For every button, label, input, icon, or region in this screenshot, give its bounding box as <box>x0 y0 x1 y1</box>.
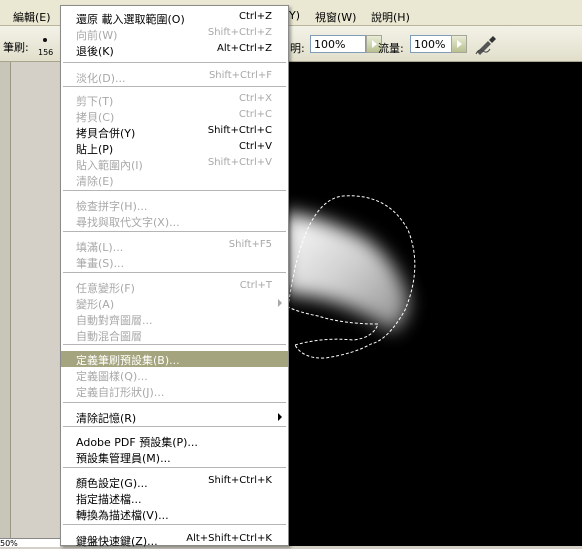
menu-item-shortcut: Shift+F5 <box>228 239 272 250</box>
glow-shape <box>283 212 409 332</box>
menu-separator <box>63 86 286 87</box>
menu-item-label: 向前(W) <box>76 29 118 42</box>
menu-item-label: 剪下(T) <box>76 95 114 108</box>
menu-item-label: 筆畫(S)... <box>76 257 125 270</box>
left-panel-edge <box>0 62 11 538</box>
menu-item-shortcut: Ctrl+X <box>238 93 272 104</box>
menu-item[interactable]: 顏色設定(G)... Shift+Ctrl+K <box>61 474 288 490</box>
opacity-label: 明: <box>290 42 305 55</box>
menu-separator <box>63 402 286 403</box>
menu-item: 填滿(L)... Shift+F5 <box>61 238 288 254</box>
brush-label: 筆刷: <box>3 41 29 54</box>
menu-separator <box>63 231 286 232</box>
menu-item: 自動對齊圖層... <box>61 311 288 327</box>
menu-item-label: 清除記憶(R) <box>76 412 137 425</box>
menu-item-label: 檢查拼字(H)... <box>76 200 148 213</box>
menu-item: 自動混合圖層 <box>61 327 288 343</box>
menu-item[interactable]: 貼上(P) Ctrl+V <box>61 140 288 156</box>
menu-item-label: 顏色設定(G)... <box>76 477 148 490</box>
menu-window[interactable]: 視窗(W) <box>315 9 356 25</box>
menu-item-label: 鍵盤快速鍵(Z)... <box>76 535 158 548</box>
menu-item: 貼入範圍內(I) Shift+Ctrl+V <box>61 156 288 172</box>
brush-preview-icon[interactable] <box>43 38 47 42</box>
menu-item-shortcut: Ctrl+C <box>238 109 272 120</box>
menu-item-shortcut: Ctrl+V <box>238 141 272 152</box>
menu-item-shortcut: Ctrl+T <box>239 280 272 291</box>
menu-item[interactable]: 鍵盤快速鍵(Z)... Alt+Shift+Ctrl+K <box>61 532 288 548</box>
menu-item[interactable]: 清除記憶(R) <box>61 409 288 425</box>
menu-item-shortcut: Shift+Ctrl+F <box>208 70 272 81</box>
menu-item-label: Adobe PDF 預設集(P)... <box>76 436 198 449</box>
opacity-field[interactable]: 100% <box>310 35 366 53</box>
submenu-arrow-icon <box>278 413 282 421</box>
menu-item-shortcut: Shift+Ctrl+C <box>207 125 272 136</box>
menu-item: 定義自訂形狀(J)... <box>61 383 288 399</box>
edit-dropdown-menu: 還原 載入選取範圍(O) Ctrl+Z 向前(W) Shift+Ctrl+Z 退後(K)… <box>60 5 289 548</box>
menu-item-label: 拷貝合併(Y) <box>76 127 136 140</box>
menu-item-label: 轉換為描述檔(V)... <box>76 509 169 522</box>
menu-separator <box>63 272 286 273</box>
menu-item-label: 貼入範圍內(I) <box>76 159 143 172</box>
menu-item[interactable]: 指定描述檔... <box>61 490 288 506</box>
menu-item-shortcut: Shift+Ctrl+Z <box>207 27 272 38</box>
menu-item: 檢查拼字(H)... <box>61 197 288 213</box>
menu-item[interactable]: 退後(K) Alt+Ctrl+Z <box>61 42 288 58</box>
menu-item-label: 尋找與取代文字(X)... <box>76 216 180 229</box>
menu-help[interactable]: 說明(H) <box>371 9 410 25</box>
menu-item: 任意變形(F) Ctrl+T <box>61 279 288 295</box>
menu-item[interactable]: 還原 載入選取範圍(O) Ctrl+Z <box>61 10 288 26</box>
menu-item: 拷貝(C) Ctrl+C <box>61 108 288 124</box>
menu-separator <box>63 524 286 525</box>
menu-item-label: 定義自訂形狀(J)... <box>76 386 165 399</box>
menu-separator <box>63 467 286 468</box>
menu-item-shortcut: Alt+Shift+Ctrl+K <box>186 533 272 544</box>
menu-item[interactable]: 拷貝合併(Y) Shift+Ctrl+C <box>61 124 288 140</box>
menu-item: 清除(E) <box>61 172 288 188</box>
menu-item-label: 貼上(P) <box>76 143 114 156</box>
menu-item-label: 預設集管理員(M)... <box>76 452 171 465</box>
menu-item-label: 定義圖樣(Q)... <box>76 370 148 383</box>
menu-separator <box>63 190 286 191</box>
menu-item[interactable]: 預設集管理員(M)... <box>61 449 288 465</box>
menu-item-label: 還原 載入選取範圍(O) <box>76 13 185 26</box>
document-canvas[interactable] <box>283 62 582 546</box>
menu-item: 筆畫(S)... <box>61 254 288 270</box>
menu-item-label: 定義筆刷預設集(B)... <box>76 354 180 367</box>
menu-item-label: 變形(A) <box>76 298 115 311</box>
flow-arrow-icon[interactable] <box>451 35 467 53</box>
submenu-arrow-icon <box>278 299 282 307</box>
menu-item-shortcut: Alt+Ctrl+Z <box>217 43 272 54</box>
menu-item: 尋找與取代文字(X)... <box>61 213 288 229</box>
menu-item-label: 退後(K) <box>76 45 114 58</box>
menu-item[interactable]: Adobe PDF 預設集(P)... <box>61 433 288 449</box>
menu-separator <box>63 62 286 63</box>
airbrush-icon[interactable] <box>474 34 498 56</box>
menu-item-label: 拷貝(C) <box>76 111 115 124</box>
menu-item-label: 清除(E) <box>76 175 114 188</box>
menu-partial-item[interactable]: Y) <box>289 9 300 22</box>
menu-item-label: 任意變形(F) <box>76 282 135 295</box>
menu-separator <box>63 344 286 345</box>
menu-item: 向前(W) Shift+Ctrl+Z <box>61 26 288 42</box>
menu-item[interactable]: 定義筆刷預設集(B)... <box>61 351 288 367</box>
menu-item[interactable]: 轉換為描述檔(V)... <box>61 506 288 522</box>
flow-label: 流量: <box>378 42 404 55</box>
menu-edit[interactable]: 編輯(E) <box>13 9 51 25</box>
canvas-artwork <box>283 195 416 359</box>
menu-item: 淡化(D)... Shift+Ctrl+F <box>61 69 288 85</box>
menu-item-label: 指定描述檔... <box>76 493 142 506</box>
brush-size: 156 <box>38 48 54 57</box>
menu-item-shortcut: Ctrl+Z <box>238 11 272 22</box>
menu-item: 剪下(T) Ctrl+X <box>61 92 288 108</box>
menu-item-label: 填滿(L)... <box>76 241 124 254</box>
menu-item-shortcut: Shift+Ctrl+V <box>207 157 272 168</box>
menu-item: 變形(A) <box>61 295 288 311</box>
menu-item-shortcut: Shift+Ctrl+K <box>208 475 272 486</box>
menu-separator <box>63 426 286 427</box>
menu-item-label: 淡化(D)... <box>76 72 126 85</box>
menu-item-label: 自動混合圖層 <box>76 330 142 343</box>
menu-item-label: 自動對齊圖層... <box>76 314 153 327</box>
menu-item: 定義圖樣(Q)... <box>61 367 288 383</box>
